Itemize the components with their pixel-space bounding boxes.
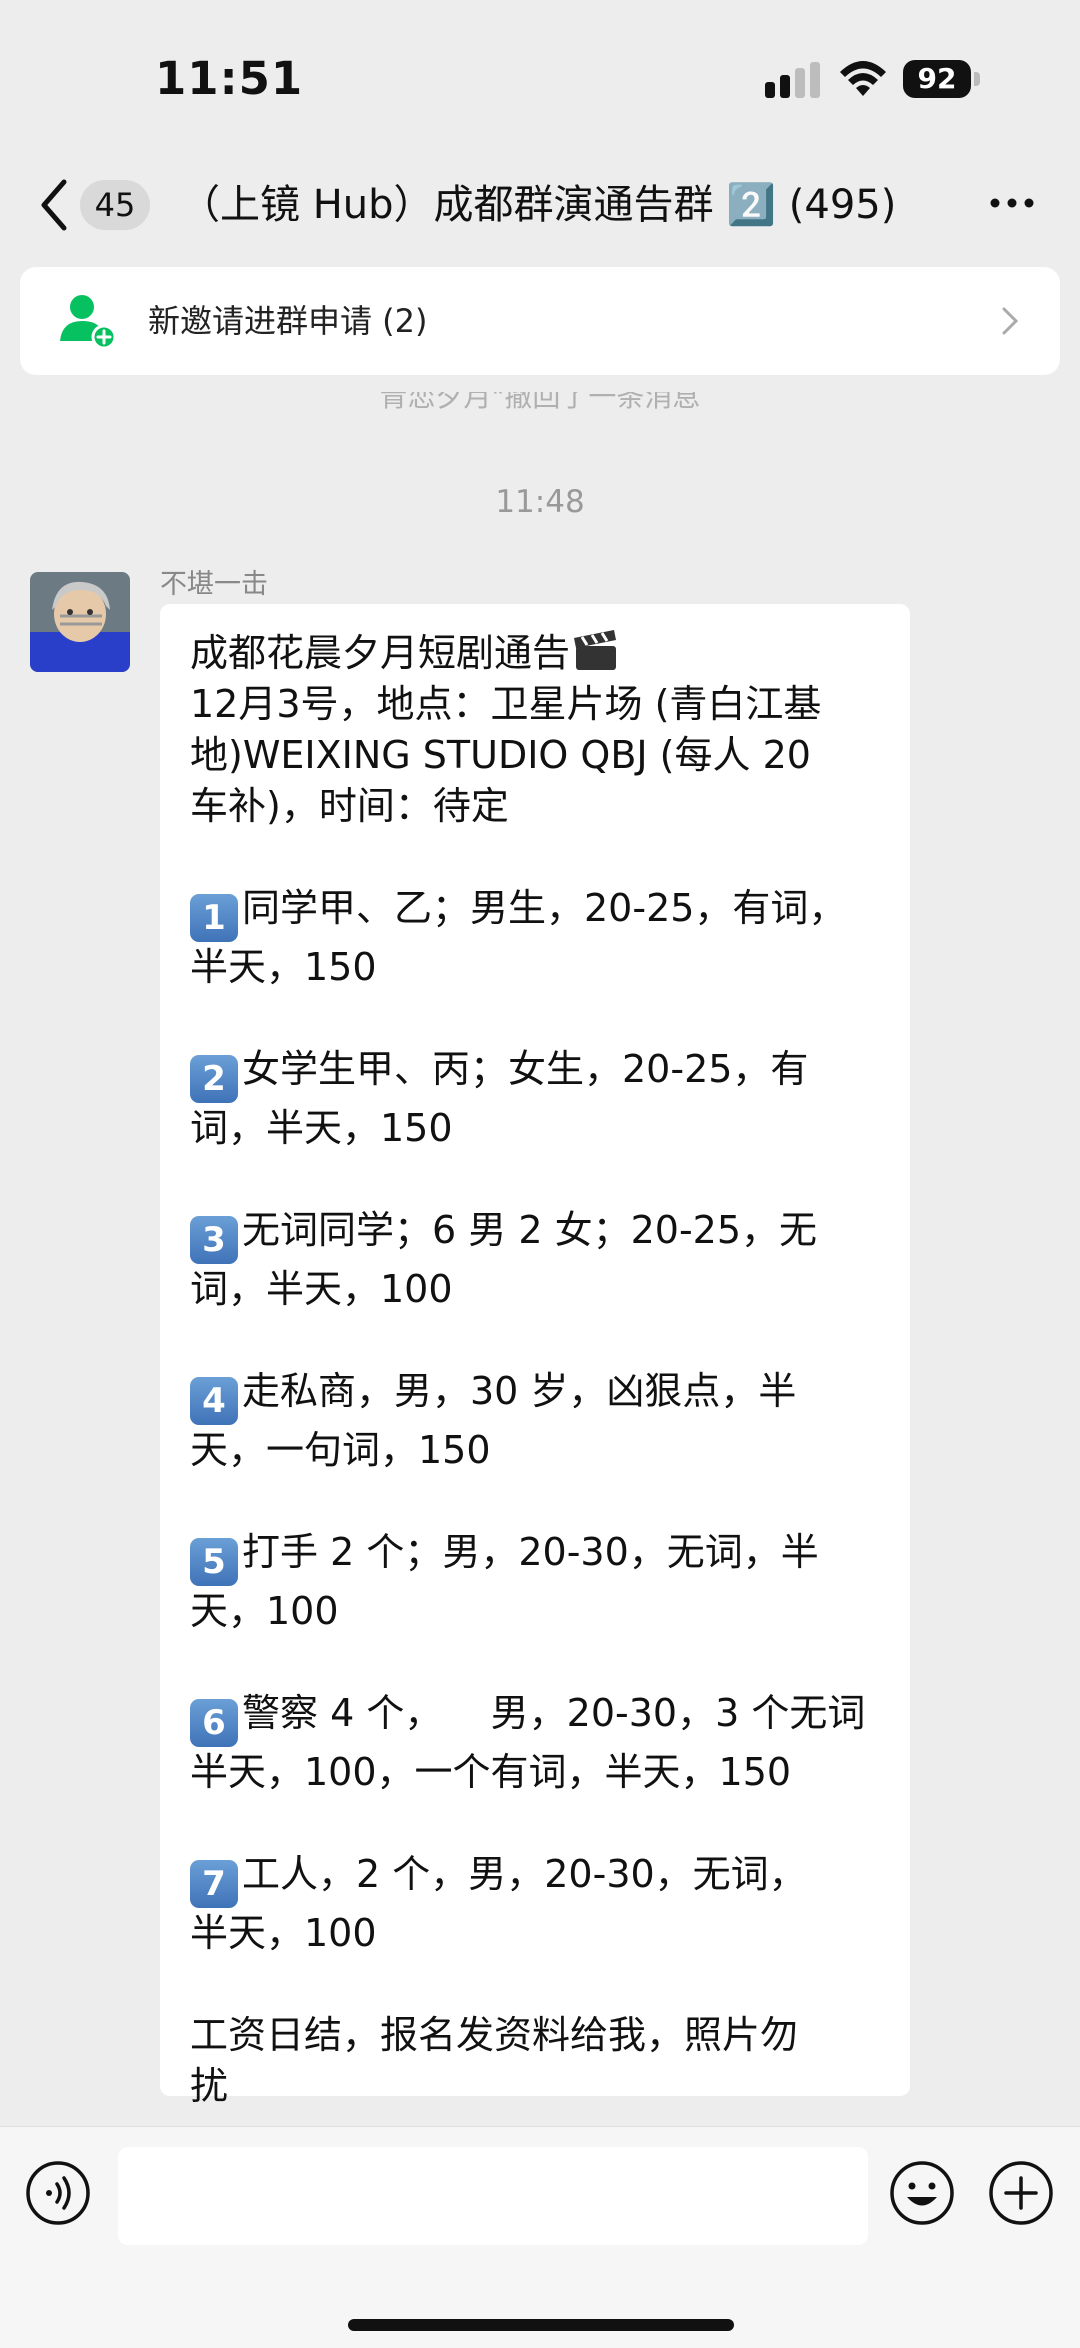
message-line-text: 天，100 [190, 1589, 339, 1633]
message-line: 3 无词同学；6 男 2 女；20-25，无 [190, 1205, 890, 1264]
message-line: 扰 [190, 2061, 890, 2112]
message-line [190, 1154, 890, 1205]
message-line: 词，半天，150 [190, 1103, 890, 1154]
message-line-text: 无词同学；6 男 2 女；20-25，无 [242, 1208, 818, 1252]
message-line: 词，半天，100 [190, 1264, 890, 1315]
keycap-number-icon: 7 [190, 1860, 238, 1908]
voice-input-icon[interactable] [25, 2160, 91, 2226]
message-line [190, 1637, 890, 1688]
message-line [190, 1476, 890, 1527]
message-line: 5 打手 2 个；男，20-30，无词，半 [190, 1527, 890, 1586]
message-line [190, 832, 890, 883]
message-line-text: 车补)，时间：待定 [190, 784, 509, 828]
keycap-number-icon: 1 [190, 894, 238, 942]
message-line [190, 1315, 890, 1366]
keycap-number-icon: 6 [190, 1699, 238, 1747]
message-line-text: 女学生甲、丙；女生，20-25，有 [242, 1047, 809, 1091]
message-line-text: 天，一句词，150 [190, 1428, 491, 1472]
wifi-icon [840, 61, 886, 96]
keycap-number-icon: 2 [190, 1055, 238, 1103]
message-line-text: 半天，100 [190, 1911, 377, 1955]
message-line-text: 扰 [190, 2064, 229, 2108]
message-line: 天，一句词，150 [190, 1425, 890, 1476]
message-line: 半天，100，一个有词，半天，150 [190, 1747, 890, 1798]
message-line-text: 半天，150 [190, 945, 377, 989]
input-bar [0, 2126, 1080, 2348]
chat-header: 45 （上镜 Hub）成都群演通告群 2️⃣ (495) [0, 150, 1080, 260]
chevron-right-icon [1002, 307, 1019, 335]
avatar[interactable] [30, 572, 130, 672]
more-options-icon[interactable] [985, 178, 1040, 228]
message-line [190, 1959, 890, 2010]
back-icon[interactable] [30, 170, 80, 240]
sender-name: 不堪一击 [160, 569, 268, 600]
message-line: 半天，150 [190, 942, 890, 993]
add-member-icon [60, 295, 117, 350]
status-bar: 11:51 92 [0, 0, 1080, 150]
keycap-number-icon: 5 [190, 1538, 238, 1586]
message-line: 半天，100 [190, 1908, 890, 1959]
message-line-text: 词，半天，100 [190, 1267, 453, 1311]
message-bubble[interactable]: 成都花晨夕月短剧通告 12月3号，地点：卫星片场 (青白江基 地)WEIXING S… [160, 604, 910, 2108]
message-line: 12月3号，地点：卫星片场 (青白江基 [190, 679, 890, 730]
message-line-text: 工资日结，报名发资料给我，照片勿 [190, 2013, 799, 2057]
message-line: 2 女学生甲、丙；女生，20-25，有 [190, 1044, 890, 1103]
unread-count-badge[interactable]: 45 [80, 180, 150, 230]
message-line-text: 走私商，男，30 岁，凶狠点，半 [242, 1369, 797, 1413]
message-line-text: 词，半天，150 [190, 1106, 453, 1150]
battery-indicator: 92 [903, 60, 981, 98]
invite-label: 新邀请进群申请 (2) [148, 302, 428, 340]
message-line-text: 打手 2 个；男，20-30，无词，半 [242, 1530, 819, 1574]
chat-title: （上镜 Hub）成都群演通告群 2️⃣ (495) [180, 182, 897, 228]
plus-icon[interactable] [988, 2160, 1054, 2226]
status-time: 11:51 [155, 52, 304, 105]
message-line: 天，100 [190, 1586, 890, 1637]
battery-tip [974, 72, 980, 86]
message-input[interactable] [118, 2147, 868, 2245]
home-indicator [348, 2319, 734, 2331]
message-text: 成都花晨夕月短剧通告 12月3号，地点：卫星片场 (青白江基 地)WEIXING S… [190, 628, 890, 2112]
message-line-text: 成都花晨夕月短剧通告 [190, 631, 571, 675]
message-line: 6 警察 4 个， 男，20-30，3 个无词 [190, 1688, 890, 1747]
recall-notice: 青恋夕月"撤回了一条消息 [379, 380, 701, 413]
message-line [190, 1798, 890, 1849]
message-line-text: 12月3号，地点：卫星片场 (青白江基 [190, 682, 822, 726]
message-line: 车补)，时间：待定 [190, 781, 890, 832]
group-invite-banner[interactable]: 新邀请进群申请 (2) [20, 267, 1060, 375]
avatar-image [30, 572, 130, 672]
message-line-text: 半天，100，一个有词，半天，150 [190, 1750, 792, 1794]
message-line: 成都花晨夕月短剧通告 [190, 628, 890, 679]
keycap-number-icon: 4 [190, 1377, 238, 1425]
message-line [190, 993, 890, 1044]
message-line-text: 警察 4 个， 男，20-30，3 个无词 [242, 1691, 866, 1735]
message-line: 7 工人，2 个，男，20-30，无词， [190, 1849, 890, 1908]
keycap-number-icon: 3 [190, 1216, 238, 1264]
message-line: 4 走私商，男，30 岁，凶狠点，半 [190, 1366, 890, 1425]
message-line-text: 地)WEIXING STUDIO QBJ (每人 20 [190, 733, 811, 777]
message-line: 地)WEIXING STUDIO QBJ (每人 20 [190, 730, 890, 781]
message-line: 工资日结，报名发资料给我，照片勿 [190, 2010, 890, 2061]
cellular-signal-icon [765, 62, 820, 98]
clapper-icon [574, 630, 617, 670]
message-timestamp: 11:48 [495, 484, 585, 520]
emoji-icon[interactable] [889, 2160, 955, 2226]
battery-level: 92 [903, 60, 971, 98]
message-line-text: 工人，2 个，男，20-30，无词， [242, 1852, 807, 1896]
message-line-text: 同学甲、乙；男生，20-25，有词， [242, 886, 847, 930]
message-line: 1 同学甲、乙；男生，20-25，有词， [190, 883, 890, 942]
